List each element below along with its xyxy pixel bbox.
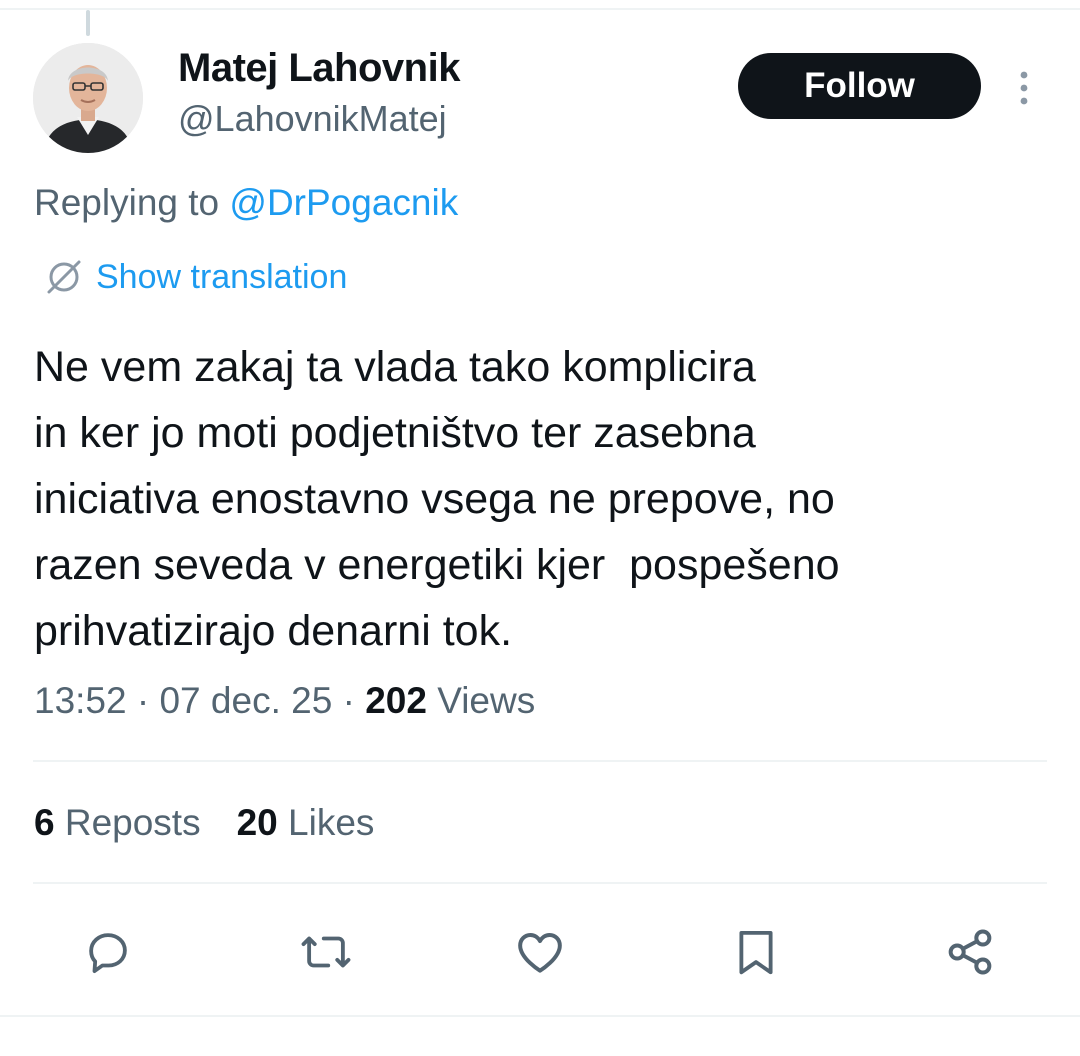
meta-separator: · xyxy=(332,680,366,721)
like-icon[interactable] xyxy=(510,922,570,982)
tweet-time[interactable]: 13:52 xyxy=(34,680,127,721)
translate-globe-icon xyxy=(44,257,84,297)
translate-row[interactable]: Show translation xyxy=(44,255,347,299)
top-divider xyxy=(0,8,1080,10)
more-vertical-icon[interactable] xyxy=(1006,66,1042,110)
stats-divider xyxy=(33,882,1047,884)
meta-divider xyxy=(33,760,1047,762)
user-handle[interactable]: @LahovnikMatej xyxy=(178,98,447,140)
share-icon[interactable] xyxy=(940,922,1000,982)
likes-count: 20 xyxy=(236,802,278,843)
views-count: 202 xyxy=(365,680,427,721)
reply-icon[interactable] xyxy=(78,922,138,982)
meta-separator: · xyxy=(126,680,160,721)
replying-to: Replying to @DrPogacnik xyxy=(34,182,458,224)
repost-icon[interactable] xyxy=(296,922,356,982)
replying-prefix: Replying to xyxy=(34,182,230,223)
thread-connector-line xyxy=(86,10,90,36)
show-translation-link[interactable]: Show translation xyxy=(96,258,347,297)
bookmark-icon[interactable] xyxy=(726,922,786,982)
reposts-stat[interactable]: 6 Reposts xyxy=(34,802,201,844)
tweet-meta: 13:52 · 07 dec. 25 · 202 Views xyxy=(34,680,535,722)
avatar[interactable] xyxy=(33,43,143,153)
profile-photo-icon xyxy=(33,43,143,153)
reposts-label: Reposts xyxy=(54,802,201,843)
tweet-text: Ne vem zakaj ta vlada tako komplicira in… xyxy=(34,343,840,655)
views-label: Views xyxy=(426,680,536,721)
follow-button[interactable]: Follow xyxy=(738,53,981,119)
reply-mention-link[interactable]: @DrPogacnik xyxy=(229,182,458,223)
bottom-divider xyxy=(0,1015,1080,1017)
likes-stat[interactable]: 20 Likes xyxy=(237,802,375,844)
reposts-count: 6 xyxy=(34,802,55,843)
engagement-stats: 6 Reposts 20 Likes xyxy=(34,802,374,844)
display-name[interactable]: Matej Lahovnik xyxy=(178,46,460,91)
tweet-date[interactable]: 07 dec. 25 xyxy=(159,680,332,721)
likes-label: Likes xyxy=(277,802,375,843)
